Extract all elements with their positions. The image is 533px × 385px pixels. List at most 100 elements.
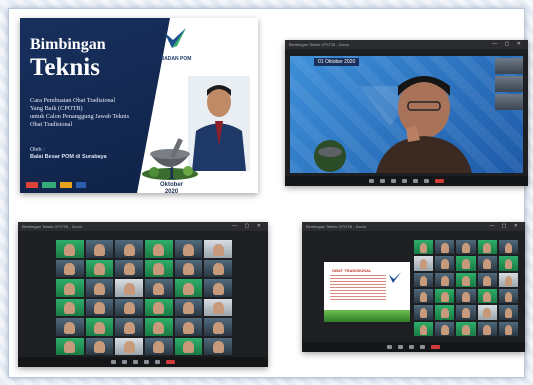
participant-tile[interactable] <box>144 337 173 355</box>
video-button[interactable] <box>380 179 385 183</box>
participant-tile[interactable] <box>144 298 173 316</box>
participant-tile[interactable] <box>144 318 173 336</box>
window-title: Bimbingan Teknis CPOTB - Zoom <box>289 42 349 47</box>
participant-tile[interactable] <box>498 288 518 304</box>
participant-tile[interactable] <box>456 305 476 320</box>
participant-tile[interactable] <box>477 305 497 320</box>
participant-tile[interactable] <box>85 337 114 355</box>
participant-tile[interactable] <box>435 321 455 336</box>
participant-tile[interactable] <box>435 288 455 304</box>
participant-tile[interactable] <box>204 337 232 355</box>
participant-tile[interactable] <box>115 279 143 297</box>
participants-button[interactable] <box>391 179 396 183</box>
participant-tile[interactable] <box>498 321 518 336</box>
participant-tile[interactable] <box>435 305 455 320</box>
zoom-window-gallery-1: Bimbingan Teknis CPOTB - Zoom — ▢ ✕ <box>18 222 268 367</box>
participant-tile[interactable] <box>56 298 84 316</box>
participant-tile[interactable] <box>414 256 434 271</box>
participant-tile[interactable] <box>477 321 497 336</box>
participant-tile[interactable] <box>115 240 143 258</box>
gallery-grid <box>56 240 232 355</box>
mute-button[interactable] <box>387 345 392 349</box>
participant-tile[interactable] <box>477 288 497 304</box>
video-button[interactable] <box>122 360 127 364</box>
participant-tile[interactable] <box>174 318 203 336</box>
participant-tile[interactable] <box>174 240 203 258</box>
participant-tile[interactable] <box>456 240 476 255</box>
participants-button[interactable] <box>409 345 414 349</box>
participant-tile[interactable] <box>174 279 203 297</box>
participant-tile[interactable] <box>456 256 476 271</box>
participant-tile[interactable] <box>204 279 232 297</box>
participant-tile[interactable] <box>144 279 173 297</box>
participant-tile[interactable] <box>456 272 476 287</box>
participant-tile[interactable] <box>414 288 434 304</box>
participant-tile[interactable] <box>435 240 455 255</box>
participant-tile[interactable] <box>56 279 84 297</box>
poster-oleh-label: Oleh : <box>30 147 45 153</box>
chat-button[interactable] <box>402 179 407 183</box>
participant-tile[interactable] <box>498 256 518 271</box>
participant-tile[interactable] <box>85 279 114 297</box>
participant-tile[interactable] <box>414 240 434 255</box>
participant-tile[interactable] <box>498 240 518 255</box>
poster-organizer: Oleh : Balai Besar POM di Surabaya <box>30 147 107 161</box>
participant-tile[interactable] <box>174 259 203 277</box>
end-meeting-button[interactable] <box>431 345 440 349</box>
participant-tile[interactable] <box>56 259 84 277</box>
participant-tile[interactable] <box>115 298 143 316</box>
participant-tile[interactable] <box>477 240 497 255</box>
record-button[interactable] <box>424 179 429 183</box>
end-meeting-button[interactable] <box>435 179 444 183</box>
mute-button[interactable] <box>111 360 116 364</box>
participant-tile[interactable] <box>204 259 232 277</box>
window-controls[interactable]: — ▢ ✕ <box>232 222 264 231</box>
window-controls[interactable]: — ▢ ✕ <box>492 40 524 49</box>
participant-tile[interactable] <box>435 272 455 287</box>
participant-tile[interactable] <box>204 298 232 316</box>
participant-tile[interactable] <box>414 305 434 320</box>
participant-tile[interactable] <box>495 58 523 74</box>
participant-tile[interactable] <box>174 298 203 316</box>
participants-button[interactable] <box>133 360 138 364</box>
participant-tile[interactable] <box>477 256 497 271</box>
chat-button[interactable] <box>420 345 425 349</box>
window-controls[interactable]: — ▢ ✕ <box>489 222 521 231</box>
slide-text-block <box>330 275 386 300</box>
participant-tile[interactable] <box>495 76 523 92</box>
participant-tile[interactable] <box>85 318 114 336</box>
participant-tile[interactable] <box>56 318 84 336</box>
participant-tile[interactable] <box>495 94 523 110</box>
participant-tile[interactable] <box>477 272 497 287</box>
participant-tile[interactable] <box>144 240 173 258</box>
participant-tile[interactable] <box>204 318 232 336</box>
participant-tile[interactable] <box>498 272 518 287</box>
mute-button[interactable] <box>369 179 374 183</box>
video-button[interactable] <box>398 345 403 349</box>
share-screen-button[interactable] <box>413 179 418 183</box>
participant-tile[interactable] <box>85 240 114 258</box>
participant-tile[interactable] <box>115 318 143 336</box>
date-month: Oktober <box>160 182 184 188</box>
window-title: Bimbingan Teknis CPOTB - Zoom <box>306 224 366 229</box>
participant-tile[interactable] <box>456 288 476 304</box>
participant-tile[interactable] <box>144 259 173 277</box>
participant-tile[interactable] <box>435 256 455 271</box>
participant-tile[interactable] <box>56 240 84 258</box>
participant-tile[interactable] <box>115 337 143 355</box>
share-screen-button[interactable] <box>155 360 160 364</box>
participant-tile[interactable] <box>456 321 476 336</box>
event-poster: Bimbingan Teknis Cara Pembuatan Obat Tra… <box>20 18 258 193</box>
participant-tile[interactable] <box>204 240 232 258</box>
participant-thumbnails <box>495 58 523 112</box>
participant-tile[interactable] <box>56 337 84 355</box>
end-meeting-button[interactable] <box>166 360 175 364</box>
participant-tile[interactable] <box>414 321 434 336</box>
chat-button[interactable] <box>144 360 149 364</box>
participant-tile[interactable] <box>85 259 114 277</box>
participant-tile[interactable] <box>85 298 114 316</box>
participant-tile[interactable] <box>115 259 143 277</box>
participant-tile[interactable] <box>174 337 203 355</box>
participant-tile[interactable] <box>414 272 434 287</box>
participant-tile[interactable] <box>498 305 518 320</box>
